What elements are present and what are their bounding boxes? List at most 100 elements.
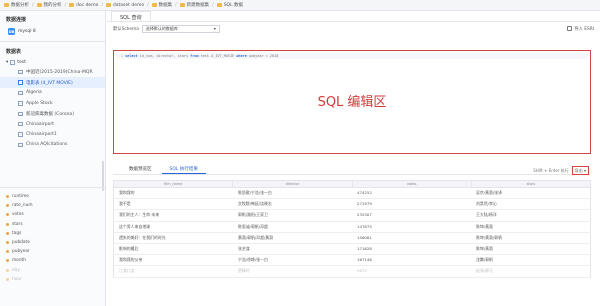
import-button[interactable]: 导入 ESRI <box>567 26 594 32</box>
breadcrumb-item[interactable]: 数据集 <box>151 2 173 8</box>
column-header[interactable]: stars <box>472 181 590 187</box>
field-type-icon <box>6 259 9 263</box>
connection-name: mysql 8 <box>18 29 36 34</box>
schema-select[interactable]: 选择默认的数据库 ▾ <box>141 24 220 33</box>
connection-item[interactable]: DB mysql 8 <box>0 26 105 37</box>
database-icon: DB <box>8 28 15 35</box>
tab-data-preview[interactable]: 数据预览区 <box>121 165 160 174</box>
field-item[interactable]: month <box>0 256 105 265</box>
field-item[interactable]: pubdate <box>0 238 105 247</box>
breadcrumb-label: SQL 数据 <box>223 3 244 8</box>
field-label: day <box>12 267 20 273</box>
field-label: rate_num <box>12 203 33 209</box>
tab-sql-result[interactable]: SQL 执行结果 <box>161 165 206 174</box>
field-label: hour <box>12 276 22 282</box>
table-icon <box>18 80 23 85</box>
field-list: runtime rate_num votes stars tags pubdate puby… <box>0 187 105 306</box>
folder-icon <box>69 3 75 7</box>
table-list-item[interactable]: 中国近(2015-2019)China-MQR <box>0 67 105 77</box>
editor-overlay-label: SQL 编辑区 <box>317 95 387 110</box>
breadcrumb-item[interactable]: 新建数据集 <box>179 2 209 8</box>
table-cell: 江湖儿女 <box>119 268 135 274</box>
select-columns: id_num, director, stars <box>139 54 189 58</box>
table-list-item[interactable]: China AQIcitations <box>0 140 105 150</box>
field-item[interactable]: votes <box>0 210 105 219</box>
breadcrumb-item[interactable]: dataset demo <box>105 2 145 8</box>
table-row[interactable]: 我们的主人：生命·未来 郭帆/路阳/王家卫 235307 王大陆/杨洋 <box>113 210 591 222</box>
field-item[interactable]: runtime <box>0 192 105 201</box>
breadcrumb-item[interactable]: doc demo <box>69 3 98 8</box>
table-cell: 刘昊然/李沁 <box>476 201 497 207</box>
breadcrumb-item[interactable]: 我的分析 <box>36 2 62 8</box>
table-cell: 陈坤/黄渤/郭帆 <box>476 234 502 240</box>
table-row[interactable]: 我和我的父亲 宁浩/徐峥/张一白 167146 沈腾/郭帆 <box>113 255 591 267</box>
field-item[interactable]: hour <box>0 275 105 284</box>
result-actions: SHift + Enter 执行 导出 ▾ <box>533 166 589 175</box>
tables-title: 数据表 <box>6 49 22 55</box>
table-row[interactable]: 影响的最后 张艺谋 171628 陈坤/黄渤 <box>113 243 591 256</box>
table-icon <box>18 111 23 116</box>
field-item[interactable]: rate_num <box>0 201 105 210</box>
table-cell: 郭帆/路阳/王家卫 <box>238 212 268 218</box>
folder-icon <box>151 3 157 7</box>
breadcrumb-label: 数据集 <box>158 3 173 8</box>
column-header[interactable]: director <box>233 181 353 187</box>
breadcrumb: 数据分析 / 我的分析 / doc demo / dataset demo / 数据集 / 新建数据… <box>0 0 600 11</box>
table-cell: 影响的最后 <box>119 245 139 251</box>
field-item[interactable]: stars <box>0 220 105 229</box>
field-label: tags <box>12 230 22 236</box>
field-type-icon <box>6 213 9 217</box>
table-cell: 赵涛/廖凡 <box>476 268 493 274</box>
field-type-icon <box>6 195 9 199</box>
keyword-where: where <box>236 54 247 58</box>
table-list-item[interactable]: Chinaairport1 <box>0 129 105 139</box>
table-list-item[interactable]: Algeria <box>0 88 105 98</box>
breadcrumb-label: 我的分析 <box>43 3 62 8</box>
tree-root[interactable]: ▾ test <box>0 58 105 67</box>
table-row[interactable]: 我和我的 陈凯歌/宁浩/张一白 474252 吴京/黄渤/张译 <box>113 188 591 200</box>
tab-sql-query[interactable]: SQL 查询 <box>111 11 151 21</box>
breadcrumb-separator: / <box>32 2 34 8</box>
table-cell: 我和我的 <box>119 190 135 195</box>
sql-editor[interactable]: 1 select id_num, director, stars from te… <box>113 50 591 154</box>
where-condition: pubyear = 2018 <box>248 54 279 58</box>
export-button[interactable]: 导出 ▾ <box>571 166 589 175</box>
toolbar: 默认Schema 选择默认的数据库 ▾ 导入 ESRI <box>107 22 600 35</box>
field-label: pubyear <box>12 249 30 255</box>
field-label: stars <box>12 221 23 227</box>
breadcrumb-separator: / <box>64 2 67 8</box>
table-row[interactable]: 遗失的美好：在我们的时光 黄渤/郭帆/邓超/黄渤 156081 陈坤/黄渤/郭帆 <box>113 232 591 244</box>
table-icon <box>18 142 23 148</box>
table-row[interactable]: 江湖儿女 贾樟柯 9873 赵涛/廖凡 <box>113 266 591 278</box>
column-header[interactable]: votes <box>353 181 472 187</box>
breadcrumb-item[interactable]: SQL 数据 <box>216 2 244 8</box>
field-item[interactable]: pubyear <box>0 247 105 256</box>
folder-icon <box>105 3 111 7</box>
field-label: pubdate <box>12 240 30 246</box>
chevron-down-icon: ▾ <box>6 60 9 65</box>
table-header: film_name director votes stars <box>113 180 591 188</box>
table-list-item[interactable]: Apple Stock <box>0 98 105 108</box>
field-item[interactable]: tags <box>0 229 105 238</box>
table-cell: 156081 <box>357 234 372 240</box>
table-list-item[interactable]: 电影表 (4_IVT MOVIE) <box>0 77 105 88</box>
table-row[interactable]: 我不是 文牧野/韩延/饶晓志 271979 刘昊然/李沁 <box>113 199 591 211</box>
column-header[interactable]: film_name <box>114 181 234 187</box>
table-cell: 9873 <box>357 268 367 274</box>
tree-root-label: test <box>17 60 26 65</box>
breadcrumb-separator: / <box>101 2 103 8</box>
from-table: test.4_IVT_MOVIE <box>200 54 235 58</box>
breadcrumb-label: 数据分析 <box>11 3 29 8</box>
table-cell: 陈坤/黄渤 <box>476 223 493 229</box>
table-cell: 167146 <box>357 257 372 263</box>
divider <box>0 41 105 42</box>
breadcrumb-label: dataset demo <box>112 2 145 8</box>
connection-title: 数据连接 <box>6 17 27 23</box>
breadcrumb-item[interactable]: 数据分析 <box>4 2 29 8</box>
field-item[interactable]: day <box>0 266 105 275</box>
table-list: 中国近(2015-2019)China-MQR 电影表 (4_IVT MOVIE)… <box>0 67 105 150</box>
table-list-item[interactable]: Chinaairport <box>0 119 105 129</box>
table-list-item[interactable]: 新冠病毒数据 (Corona) <box>0 109 105 119</box>
table-row[interactable]: 这个男人来自地球 陈思诚/郭帆/邓超 147875 陈坤/黄渤 <box>113 221 591 233</box>
breadcrumb-separator: / <box>175 2 177 8</box>
